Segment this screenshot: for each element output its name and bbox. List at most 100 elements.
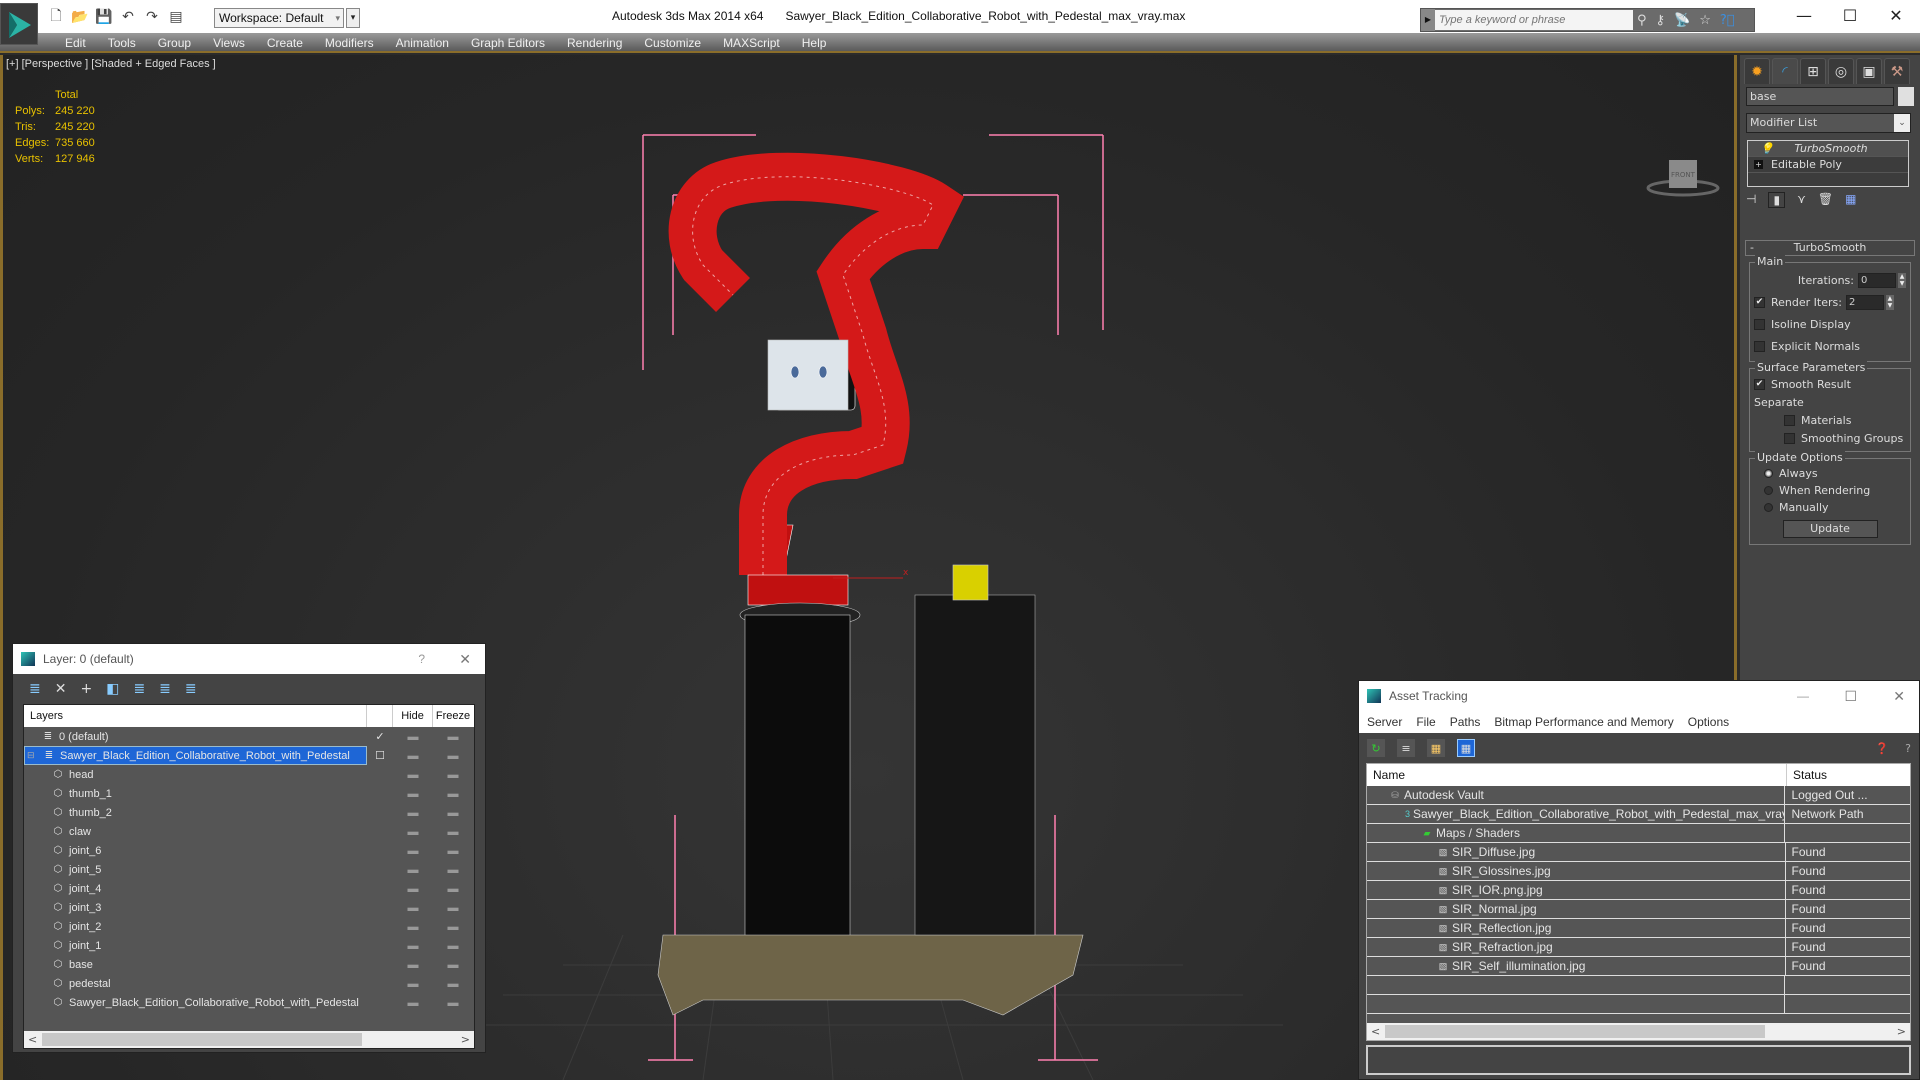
open-file-icon[interactable]: 📂 (70, 7, 90, 27)
key-icon[interactable]: ⚷ (1656, 13, 1666, 28)
active-layer-toggle[interactable]: ☐ (367, 749, 393, 762)
scrollbar-thumb[interactable] (1385, 1025, 1765, 1038)
search-input[interactable] (1435, 10, 1633, 30)
new-file-icon[interactable]: 🗋 (46, 7, 66, 27)
hide-toggle[interactable]: ▬ (393, 750, 433, 762)
menu-modifiers[interactable]: Modifiers (314, 34, 385, 52)
asset-row[interactable]: ▰ Maps / Shaders (1367, 824, 1910, 843)
qat-menu-button[interactable]: ▾ (346, 8, 360, 28)
menu-rendering[interactable]: Rendering (556, 34, 633, 52)
active-layer-toggle[interactable]: ✓ (367, 730, 393, 743)
undo-icon[interactable]: ↶ (118, 7, 138, 27)
freeze-toggle[interactable]: ▬ (433, 769, 473, 781)
hide-toggle[interactable]: ▬ (393, 826, 433, 838)
scroll-left-icon[interactable]: < (1371, 1023, 1380, 1040)
hide-toggle[interactable]: ▬ (393, 978, 433, 990)
layer-row[interactable]: ⬡ Sawyer_Black_Edition_Collaborative_Robo… (24, 993, 474, 1012)
hide-toggle[interactable]: ▬ (393, 788, 433, 800)
hide-toggle[interactable]: ▬ (393, 883, 433, 895)
object-color-swatch[interactable] (1898, 87, 1914, 106)
asset-row[interactable]: ▧ SIR_IOR.png.jpg Found (1367, 881, 1910, 900)
stack-item-editable-poly[interactable]: + Editable Poly (1748, 157, 1908, 173)
create-layer-icon[interactable]: ≣ (29, 681, 41, 697)
satellite-icon[interactable]: 📡 (1674, 13, 1690, 28)
column-freeze[interactable]: Freeze (433, 705, 473, 727)
asset-row[interactable]: ▧ SIR_Self_illumination.jpg Found (1367, 957, 1910, 976)
create-tab-icon[interactable]: ✹ (1744, 58, 1770, 84)
viewcube[interactable]: FRONT (1643, 150, 1723, 203)
help-icon[interactable]: ? (1905, 742, 1911, 755)
freeze-toggle[interactable]: ▬ (433, 940, 473, 952)
show-end-result-icon[interactable]: ▮ (1768, 192, 1786, 208)
project-folder-icon[interactable]: ▤ (166, 7, 186, 27)
render-iters-checkbox[interactable]: ✔ (1754, 296, 1765, 308)
hierarchy-tab-icon[interactable]: ⊞ (1800, 58, 1826, 84)
update-when-rendering-radio[interactable] (1764, 486, 1773, 495)
asset-row[interactable]: ▧ SIR_Refraction.jpg Found (1367, 938, 1910, 957)
configure-modifier-sets-icon[interactable]: ▦ (1845, 192, 1856, 208)
asset-menu-file[interactable]: File (1416, 715, 1435, 729)
asset-row[interactable]: ⛁ Autodesk Vault Logged Out ... (1367, 786, 1910, 805)
close-button[interactable]: ✕ (459, 651, 471, 668)
freeze-toggle[interactable]: ▬ (433, 864, 473, 876)
asset-menu-paths[interactable]: Paths (1450, 715, 1481, 729)
object-name-field[interactable]: base (1746, 87, 1894, 106)
menu-tools[interactable]: Tools (97, 34, 147, 52)
hide-freeze-all-icon[interactable]: ≣ (185, 681, 197, 697)
column-layers[interactable]: Layers (24, 705, 367, 727)
layer-row[interactable]: ⬡ pedestal ▬ ▬ (24, 974, 474, 993)
close-button[interactable]: ✕ (1876, 4, 1916, 28)
freeze-toggle[interactable]: ▬ (433, 959, 473, 971)
freeze-toggle[interactable]: ▬ (433, 788, 473, 800)
freeze-toggle[interactable]: ▬ (433, 978, 473, 990)
list-view-icon[interactable]: ≡ (1397, 739, 1415, 757)
menu-customize[interactable]: Customize (633, 34, 712, 52)
layer-row[interactable]: ⬡ joint_5 ▬ ▬ (24, 860, 474, 879)
select-layer-icon[interactable]: ≣ (133, 681, 145, 697)
scrollbar-thumb[interactable] (42, 1033, 362, 1046)
smoothing-groups-checkbox[interactable] (1784, 432, 1795, 444)
freeze-toggle[interactable]: ▬ (433, 826, 473, 838)
redo-icon[interactable]: ↷ (142, 7, 162, 27)
layer-row[interactable]: ⬡ joint_4 ▬ ▬ (24, 879, 474, 898)
render-iters-spinner[interactable]: 2 (1845, 294, 1884, 310)
smooth-result-checkbox[interactable]: ✔ (1754, 378, 1765, 390)
materials-checkbox[interactable] (1784, 414, 1795, 426)
asset-row[interactable]: ▧ SIR_Glossines.jpg Found (1367, 862, 1910, 881)
help-button[interactable]: ? (418, 652, 425, 666)
hide-toggle[interactable]: ▬ (393, 731, 433, 743)
collapse-icon[interactable]: ⊟ (27, 750, 35, 761)
star-icon[interactable]: ☆ (1699, 13, 1711, 28)
table-view-icon[interactable]: ▦ (1457, 739, 1475, 757)
asset-menu-server[interactable]: Server (1367, 715, 1402, 729)
menu-group[interactable]: Group (147, 34, 202, 52)
freeze-toggle[interactable]: ▬ (433, 807, 473, 819)
close-button[interactable]: ✕ (1893, 688, 1905, 705)
rollout-header[interactable]: - TurboSmooth (1745, 240, 1915, 256)
asset-row[interactable]: ▧ SIR_Normal.jpg Found (1367, 900, 1910, 919)
asset-row[interactable]: ▧ SIR_Diffuse.jpg Found (1367, 843, 1910, 862)
asset-menu-options[interactable]: Options (1688, 715, 1729, 729)
freeze-toggle[interactable]: ▬ (433, 883, 473, 895)
lightbulb-icon[interactable]: 💡 (1760, 141, 1774, 157)
explicit-normals-checkbox[interactable] (1754, 340, 1765, 352)
make-unique-icon[interactable]: ⋎ (1797, 192, 1806, 208)
freeze-toggle[interactable]: ▬ (433, 921, 473, 933)
freeze-toggle[interactable]: ▬ (433, 750, 473, 762)
layer-row[interactable]: ⬡ joint_2 ▬ ▬ (24, 917, 474, 936)
hide-toggle[interactable]: ▬ (393, 921, 433, 933)
dialog-title-bar[interactable]: Asset Tracking — ☐ ✕ (1359, 681, 1919, 711)
update-manually-radio[interactable] (1764, 503, 1773, 512)
hide-toggle[interactable]: ▬ (393, 940, 433, 952)
menu-graph-editors[interactable]: Graph Editors (460, 34, 556, 52)
horizontal-scrollbar[interactable]: < > (1367, 1023, 1910, 1040)
layer-row[interactable]: ⬡ thumb_1 ▬ ▬ (24, 784, 474, 803)
layer-row[interactable]: ⊟ ≣ Sawyer_Black_Edition_Collaborative_Rob… (24, 746, 474, 765)
hide-toggle[interactable]: ▬ (393, 997, 433, 1009)
scroll-right-icon[interactable]: > (461, 1031, 470, 1048)
select-objects-icon[interactable]: ◧ (106, 681, 119, 697)
maximize-button[interactable]: ☐ (1844, 688, 1857, 705)
modify-tab-icon[interactable]: ◜ (1772, 58, 1798, 84)
spinner-arrows-icon[interactable]: ▲ ▼ (1898, 272, 1906, 288)
layer-row[interactable]: ⬡ head ▬ ▬ (24, 765, 474, 784)
